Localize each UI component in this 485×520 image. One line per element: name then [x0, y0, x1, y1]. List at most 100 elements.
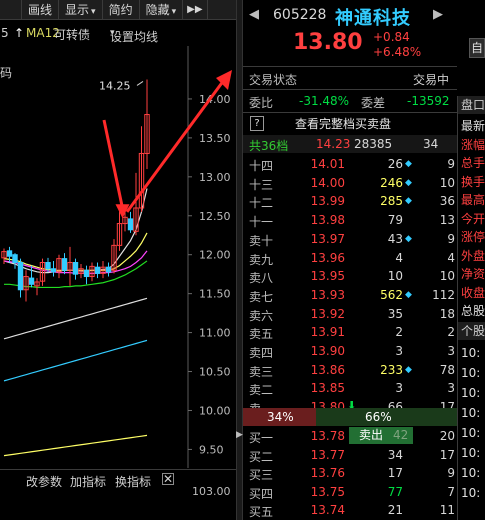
bid-volume: 34: [387, 447, 403, 462]
ask-order-count: 3: [447, 344, 455, 358]
candle-body: [94, 266, 101, 274]
add-watchlist-button[interactable]: 自: [469, 38, 485, 58]
tick-time: 10:: [461, 406, 481, 420]
bid-level-label: 买二: [249, 449, 274, 464]
bid-order-count: 20: [439, 429, 455, 443]
commission-ratio-label: 委比: [249, 96, 274, 110]
ask-price: 13.91: [310, 325, 345, 340]
change-percent: +6.48%: [373, 45, 422, 59]
ma-line: [3, 297, 148, 340]
ask-level-label: 十一: [249, 215, 274, 230]
ask-row[interactable]: 卖五 13.91 2 2: [243, 323, 457, 341]
tick-time: 10:: [461, 446, 481, 460]
ask-order-count: 9: [447, 231, 455, 246]
ask-price: 13.96: [310, 250, 345, 265]
bid-row[interactable]: 买二 13.77 34 17: [243, 446, 457, 464]
buy-sell-ratio-bar: 34% 66%: [243, 408, 457, 426]
ask-order-count: 4: [447, 250, 455, 265]
close-icon[interactable]: ✕: [162, 473, 174, 485]
ma-lines: [3, 188, 148, 457]
ask-row[interactable]: 十二 13.99 285 ◆ 36: [243, 192, 457, 210]
bid-price: 13.74: [310, 503, 345, 517]
volume-change-icon: ◆: [405, 289, 412, 300]
ask-order-count: 10: [439, 175, 455, 190]
market-detail-row: 总股: [461, 304, 485, 318]
bid-order-count: 17: [439, 447, 455, 462]
y-tick-label: 13.00: [199, 171, 231, 184]
ask-volume: 35: [387, 306, 403, 321]
candle-body: [28, 277, 35, 285]
ask-level-label: 卖九: [249, 252, 274, 267]
tick-time: 10:: [461, 426, 481, 440]
panel-divider[interactable]: [236, 0, 243, 520]
add-indicator-button[interactable]: 加指标: [70, 473, 106, 490]
ask-level-label: 卖十: [249, 233, 274, 248]
ask-order-count: 36: [439, 194, 455, 209]
depth-total-label: 共36档: [249, 139, 289, 153]
chart-grid: [187, 46, 192, 468]
ask-price: 13.92: [310, 306, 345, 321]
bid-volume: 21: [387, 503, 403, 517]
help-icon[interactable]: ?: [250, 116, 264, 131]
ask-volume: 3: [395, 381, 403, 396]
kline-panel[interactable]: 画线 显示 ▾ 简约 隐藏 ▾ ▶▶ 5 ↑ MA12 可转债 设置均线 ▾ 码 1…: [0, 0, 236, 520]
tick-time: 10:: [461, 366, 481, 380]
next-stock-icon[interactable]: ▶: [433, 7, 443, 22]
depth-total-count: 34: [423, 137, 439, 151]
ask-volume: 43: [387, 231, 403, 246]
tick-header[interactable]: 个股: [458, 322, 485, 340]
candle-body: [6, 250, 13, 257]
y-axis: 14.0013.5013.0012.5012.0011.5011.0010.50…: [199, 93, 231, 456]
swap-indicator-button[interactable]: 换指标: [115, 473, 151, 490]
buy-ratio-label: 34%: [267, 410, 294, 424]
bid-row[interactable]: 买三 13.76 17 9: [243, 464, 457, 482]
edit-params-button[interactable]: 改参数: [26, 473, 62, 490]
ask-row[interactable]: 卖十 13.97 43 ◆ 9: [243, 230, 457, 248]
market-detail-row: 外盘: [461, 248, 485, 263]
prev-stock-icon[interactable]: ◀: [249, 7, 259, 22]
ask-row[interactable]: 十四 14.01 26 ◆ 9: [243, 155, 457, 173]
market-detail-row: 换手: [461, 174, 485, 189]
separator: [243, 112, 457, 113]
sell-button[interactable]: 卖出 42: [349, 427, 413, 444]
candle-body: [72, 262, 79, 275]
ask-row[interactable]: 卖六 13.92 35 18: [243, 305, 457, 323]
ask-row[interactable]: 卖八 13.95 10 10: [243, 267, 457, 285]
ask-price: 14.01: [310, 157, 345, 171]
market-detail-row: 最高: [461, 193, 485, 207]
collapse-panel-icon[interactable]: ▶: [236, 428, 243, 442]
ask-row[interactable]: 卖三 13.86 233 ◆ 78: [243, 361, 457, 379]
ask-row[interactable]: 卖七 13.93 562 ◆ 112: [243, 286, 457, 304]
kline-chart[interactable]: 14.0013.5013.0012.5012.0011.5011.0010.50…: [0, 0, 236, 470]
high-pointer: [136, 81, 144, 86]
ask-row[interactable]: 十一 13.98 79 13: [243, 211, 457, 229]
market-detail-row: 总手: [461, 156, 485, 170]
ask-row[interactable]: 卖四 13.90 3 3: [243, 342, 457, 360]
sell-button-label: 卖出: [359, 428, 384, 442]
ask-row[interactable]: 卖二 13.85 3 3: [243, 379, 457, 397]
commission-diff-label: 委差: [361, 96, 386, 110]
view-full-depth-link[interactable]: 查看完整档买卖盘: [295, 115, 391, 132]
ask-level-label: 卖八: [249, 271, 274, 286]
trade-status-label: 交易状态: [249, 73, 298, 87]
ask-row[interactable]: 十三 14.00 246 ◆ 10: [243, 174, 457, 192]
sell-ratio-label: 66%: [365, 410, 392, 424]
ask-row[interactable]: 卖九 13.96 4 4: [243, 249, 457, 267]
change-amount: +0.84: [373, 30, 410, 44]
bid-row[interactable]: 买四 13.75 77 7: [243, 483, 457, 501]
ask-volume: 3: [395, 344, 403, 358]
stock-code: 605228: [273, 7, 327, 23]
y-tick-label: 11.00: [199, 327, 231, 340]
bid-row[interactable]: 买五 13.74 21 11: [243, 501, 457, 519]
bid-level-label: 买五: [249, 505, 274, 519]
bid-order-count: 11: [439, 503, 455, 517]
separator: [243, 89, 457, 90]
ask-level-label: 卖五: [249, 327, 274, 342]
ask-volume: 246: [380, 175, 403, 190]
market-detail-header[interactable]: 盘口: [458, 96, 485, 114]
ask-volume: 562: [380, 287, 403, 302]
candle-body: [12, 254, 18, 263]
tick-time: 10:: [461, 346, 481, 360]
y-tick-label: 12.00: [199, 249, 231, 262]
y-tick-label: 10.50: [199, 366, 231, 379]
